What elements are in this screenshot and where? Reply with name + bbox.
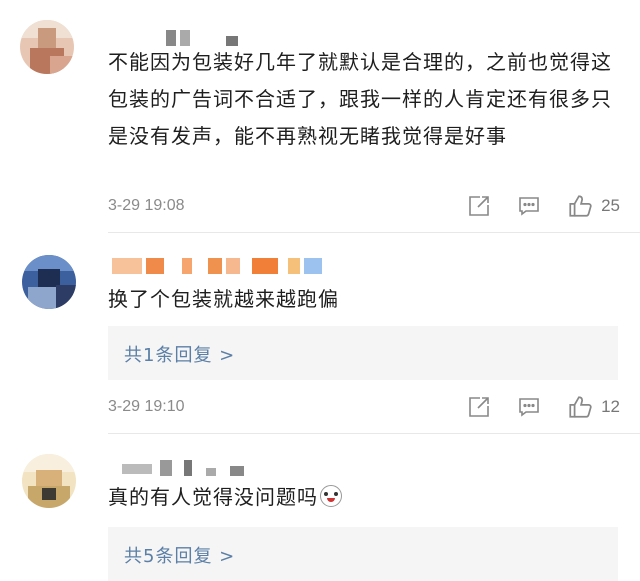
share-icon xyxy=(469,196,489,216)
comment-text: 换了个包装就越来越跑偏 xyxy=(108,287,339,311)
thumbs-up-icon xyxy=(569,195,592,217)
comment-text: 真的有人觉得没问题吗 xyxy=(108,479,618,516)
replies-link[interactable]: 共1条回复 > xyxy=(108,326,618,380)
avatar[interactable] xyxy=(20,20,74,74)
divider xyxy=(108,232,640,233)
reply-button[interactable] xyxy=(517,194,541,218)
comment-text: 不能因为包装好几年了就默认是合理的，之前也觉得这包装的广告词不合适了，跟我一样的… xyxy=(108,50,612,148)
replies-link[interactable]: 共5条回复 > xyxy=(108,527,618,581)
share-icon xyxy=(469,397,489,417)
avatar[interactable] xyxy=(22,454,76,508)
username-masked[interactable] xyxy=(122,460,252,476)
comment-actions: 25 xyxy=(441,193,620,219)
replies-label: 共5条回复 > xyxy=(124,546,236,567)
comment-time: 3-29 19:10 xyxy=(108,398,185,415)
avatar[interactable] xyxy=(22,255,76,309)
like-button[interactable]: 25 xyxy=(567,193,620,219)
like-count: 12 xyxy=(601,397,620,416)
comment-icon xyxy=(519,197,539,216)
like-count: 25 xyxy=(601,196,620,215)
like-button[interactable]: 12 xyxy=(567,394,620,420)
share-button[interactable] xyxy=(467,395,491,419)
share-button[interactable] xyxy=(467,194,491,218)
comment-time: 3-29 19:08 xyxy=(108,197,185,214)
husky-emoji-icon xyxy=(320,485,342,507)
comment-actions: 12 xyxy=(441,394,620,420)
replies-label: 共1条回复 > xyxy=(124,345,236,366)
reply-button[interactable] xyxy=(517,395,541,419)
comment-icon xyxy=(519,398,539,417)
username-masked[interactable] xyxy=(112,258,322,274)
thumbs-up-icon xyxy=(569,396,592,418)
divider xyxy=(108,433,640,434)
comment-text-content: 真的有人觉得没问题吗 xyxy=(108,485,318,509)
